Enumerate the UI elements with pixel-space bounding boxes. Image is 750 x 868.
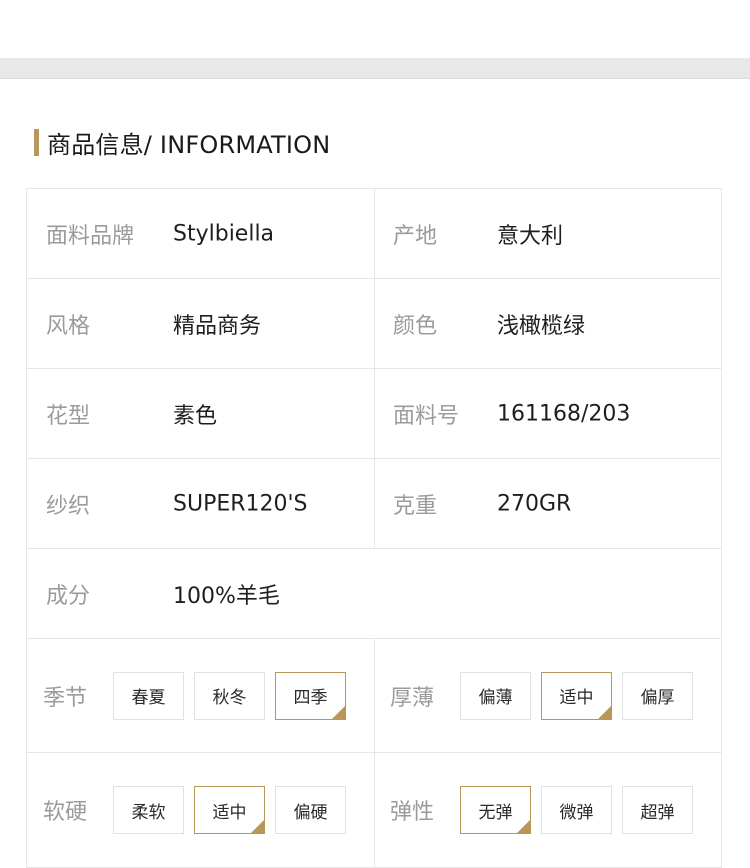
option-label: 弹性 <box>390 800 435 825</box>
spec-cell-fabric-brand: 面料品牌 Stylbiella <box>27 189 375 278</box>
option-button[interactable]: 秋冬 <box>194 671 265 720</box>
option-button[interactable]: 春夏 <box>113 671 184 720</box>
spec-row: 纱织 SUPER120'S 克重 270GR <box>27 459 721 549</box>
spec-value: 100%羊毛 <box>173 583 280 609</box>
option-button[interactable]: 无弹 <box>460 786 531 834</box>
spec-label: 颜色 <box>393 313 438 339</box>
option-button[interactable]: 偏薄 <box>460 671 531 720</box>
option-label: 季节 <box>43 685 88 711</box>
option-button[interactable]: 微弹 <box>541 786 612 834</box>
spec-cell-pattern: 花型 素色 <box>27 369 375 458</box>
option-buttons: 柔软 适中 偏硬 <box>113 786 346 834</box>
spec-label: 成分 <box>46 583 91 609</box>
option-label: 软硬 <box>43 800 88 825</box>
spec-cell-fabric-no: 面料号 161168/203 <box>375 369 721 458</box>
spec-value: 意大利 <box>497 223 564 249</box>
spec-label: 花型 <box>46 403 91 429</box>
spec-row: 成分 100%羊毛 <box>27 549 721 639</box>
option-label: 厚薄 <box>390 685 435 711</box>
option-row: 软硬 柔软 适中 偏硬 弹性 无弹 微弹 超弹 <box>27 753 721 867</box>
spec-value: 素色 <box>173 403 218 429</box>
spec-label: 克重 <box>393 493 438 519</box>
section-title: 商品信息/ INFORMATION <box>34 128 330 159</box>
spec-label: 面料品牌 <box>46 223 135 249</box>
spec-label: 产地 <box>393 223 438 249</box>
spec-cell-color: 颜色 浅橄榄绿 <box>375 279 721 368</box>
option-button[interactable]: 偏硬 <box>275 786 346 834</box>
option-button[interactable]: 超弹 <box>622 786 693 834</box>
section-title-text: 商品信息/ INFORMATION <box>47 130 331 159</box>
spec-value: 161168/203 <box>497 401 631 426</box>
spec-value: 精品商务 <box>173 313 262 339</box>
spec-row: 面料品牌 Stylbiella 产地 意大利 <box>27 189 721 279</box>
option-row: 季节 春夏 秋冬 四季 厚薄 偏薄 适中 偏厚 <box>27 639 721 753</box>
spec-cell-style: 风格 精品商务 <box>27 279 375 368</box>
option-button[interactable]: 四季 <box>275 671 346 720</box>
spec-cell-yarn: 纱织 SUPER120'S <box>27 459 375 548</box>
spec-value: Stylbiella <box>173 221 275 246</box>
option-button[interactable]: 柔软 <box>113 786 184 834</box>
spec-label: 面料号 <box>393 403 460 429</box>
spec-label: 风格 <box>46 313 91 339</box>
option-button[interactable]: 偏厚 <box>622 671 693 720</box>
option-button[interactable]: 适中 <box>194 786 265 834</box>
option-buttons: 无弹 微弹 超弹 <box>460 786 693 834</box>
title-accent-bar <box>34 128 39 156</box>
spec-cell-weight: 克重 270GR <box>375 459 721 548</box>
spec-value: 270GR <box>497 491 572 516</box>
spec-table: 面料品牌 Stylbiella 产地 意大利 风格 精品商务 颜色 浅橄榄绿 花… <box>26 188 722 868</box>
top-divider-band <box>0 58 750 79</box>
option-buttons: 春夏 秋冬 四季 <box>113 671 346 720</box>
spec-value: SUPER120'S <box>173 491 308 516</box>
option-group-softness: 软硬 柔软 适中 偏硬 <box>27 753 375 867</box>
spec-cell-origin: 产地 意大利 <box>375 189 721 278</box>
spec-label: 纱织 <box>46 493 91 519</box>
option-group-season: 季节 春夏 秋冬 四季 <box>27 639 375 752</box>
spec-row: 风格 精品商务 颜色 浅橄榄绿 <box>27 279 721 369</box>
spec-row: 花型 素色 面料号 161168/203 <box>27 369 721 459</box>
option-group-thickness: 厚薄 偏薄 适中 偏厚 <box>375 639 721 752</box>
option-buttons: 偏薄 适中 偏厚 <box>460 671 693 720</box>
option-button[interactable]: 适中 <box>541 671 612 720</box>
spec-value: 浅橄榄绿 <box>497 313 586 339</box>
spec-cell-composition: 成分 100%羊毛 <box>27 549 721 638</box>
option-group-elasticity: 弹性 无弹 微弹 超弹 <box>375 753 721 867</box>
